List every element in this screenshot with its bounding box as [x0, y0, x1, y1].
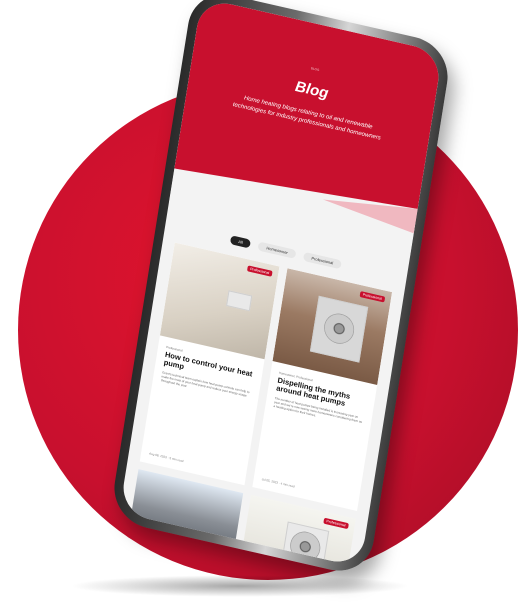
- marketing-stage: BLOG Blog Home heating blogs relating to…: [0, 0, 518, 612]
- fan-icon: [321, 310, 357, 347]
- filter-professional[interactable]: Professional: [302, 251, 342, 270]
- card-footer: Aug 08, 2023 · 5 min read: [148, 451, 184, 464]
- card-tag: Professional: [246, 265, 273, 277]
- card-image-heat-pump: Professional: [272, 268, 393, 385]
- card-image-living-room: Professional: [159, 242, 280, 360]
- card-read-time: 4 min read: [280, 481, 295, 489]
- card-read-time: 5 min read: [169, 456, 184, 464]
- card-date: Aug 08, 2023: [148, 451, 168, 460]
- filter-homeowner[interactable]: Homeowner: [257, 241, 297, 259]
- card-date: Jul 05, 2023: [261, 477, 279, 485]
- card-footer: Jul 05, 2023 · 4 min read: [261, 477, 295, 489]
- fan-icon: [288, 528, 323, 565]
- card-tag: Professional: [359, 290, 386, 303]
- phone-shadow: [70, 575, 410, 597]
- thermostat-icon: [226, 290, 253, 312]
- filter-all[interactable]: All: [229, 235, 252, 249]
- heat-pump-unit: [309, 295, 369, 363]
- card-tag: Professional: [323, 517, 349, 530]
- blog-card-grid: Professional Professional How to control…: [139, 242, 393, 511]
